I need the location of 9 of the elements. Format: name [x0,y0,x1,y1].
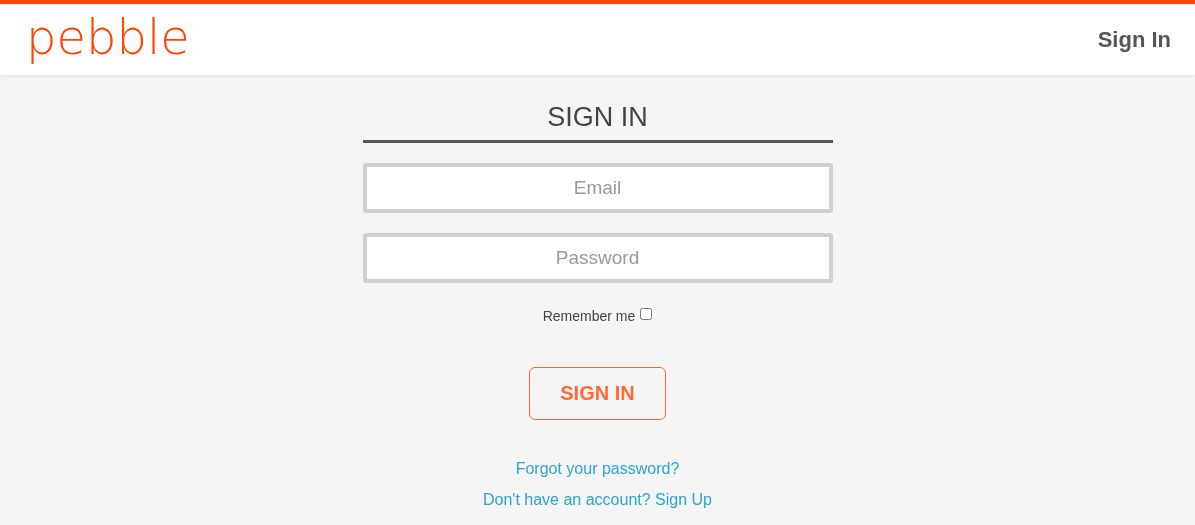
sign-up-link[interactable]: Don't have an account? Sign Up [483,491,712,509]
password-field[interactable]: Password [362,233,833,283]
remember-label: Remember me [542,308,636,324]
forgot-password-link[interactable]: Forgot your password? [515,460,680,478]
remember-checkbox[interactable] [640,308,653,320]
form-title: SIGN IN [547,101,648,133]
sign-in-link[interactable]: Sign In [1097,26,1171,53]
sign-in-button[interactable]: SIGN IN [529,367,666,420]
email-field[interactable]: Email [362,163,833,213]
